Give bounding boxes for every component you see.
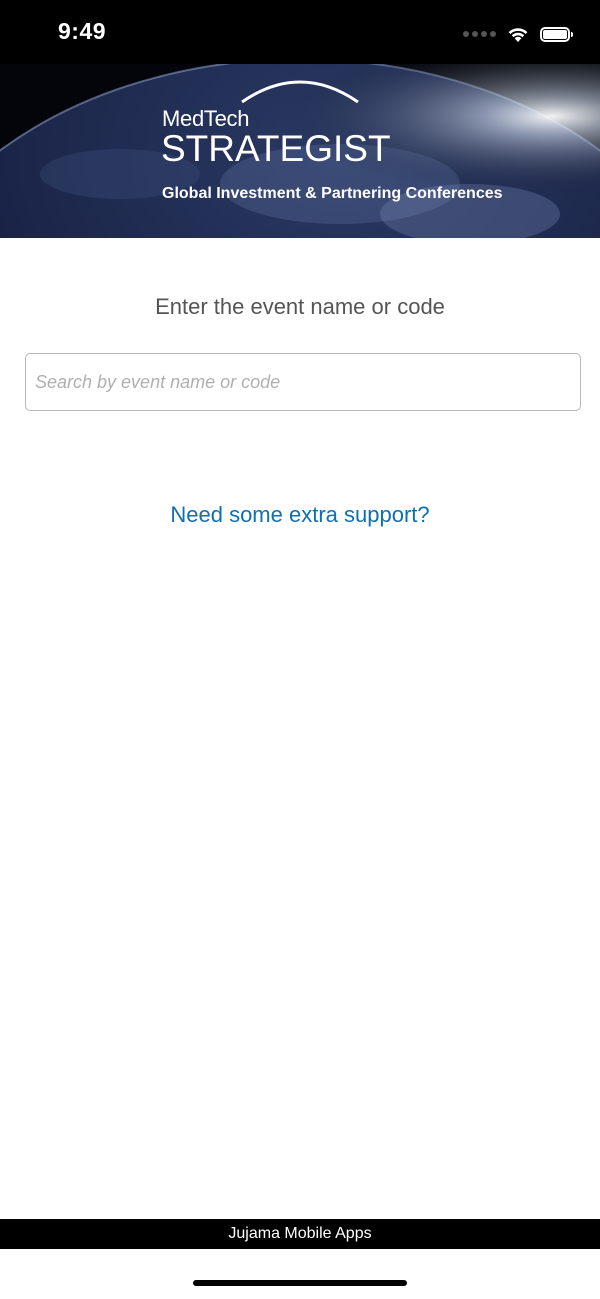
banner-tagline: Global Investment & Partnering Conferenc… <box>162 185 503 202</box>
home-indicator[interactable] <box>193 1280 407 1286</box>
status-time: 9:49 <box>58 18 107 44</box>
footer-bar: Jujama Mobile Apps <box>0 1219 600 1249</box>
wifi-icon <box>508 28 528 42</box>
event-prompt-heading: Enter the event name or code <box>155 294 445 319</box>
battery-icon <box>540 26 573 42</box>
brand-logo-strategist: STRATEGIST <box>161 128 391 169</box>
status-bar: 9:49 <box>0 0 600 64</box>
cellular-signal-icon <box>463 31 496 37</box>
status-icons <box>463 22 573 46</box>
support-link[interactable]: Need some extra support? <box>0 502 600 528</box>
event-banner: MedTech STRATEGIST Global Investment & P… <box>0 64 600 238</box>
event-search-input[interactable] <box>25 353 581 411</box>
